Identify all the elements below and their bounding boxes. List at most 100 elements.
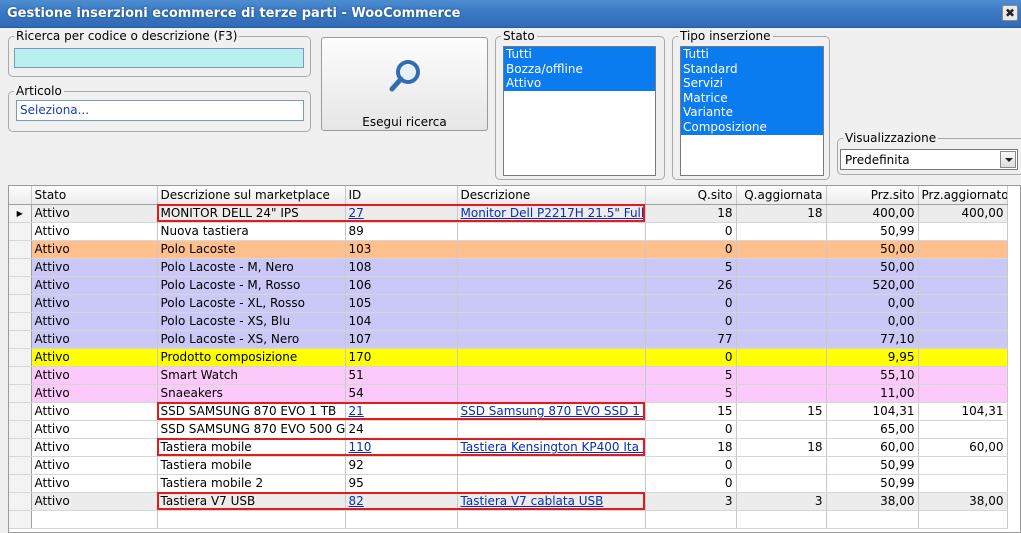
search-button[interactable]: Esegui ricerca	[321, 37, 488, 131]
col-header-q-sito[interactable]: Q.sito	[645, 186, 737, 205]
product-id-link[interactable]: 21	[349, 404, 364, 418]
cell-prz-sito: 77,10	[826, 330, 919, 349]
table-row[interactable]: Attivo Smart Watch 51 5 55,10	[9, 366, 1008, 385]
close-button[interactable]: ✖	[1002, 5, 1018, 21]
table-row[interactable]: Attivo Polo Lacoste - XL, Rosso 105 0 0,00	[9, 294, 1008, 313]
cell-stato: Attivo	[31, 438, 158, 457]
product-description-link[interactable]: Monitor Dell P2217H 21.5" Full ...	[461, 206, 645, 220]
product-id-link[interactable]: 82	[349, 494, 364, 508]
table-row[interactable]: Attivo Prodotto composizione 170 0 9,95	[9, 348, 1008, 367]
articolo-field[interactable]: Seleziona...	[16, 100, 304, 121]
tipo-listbox[interactable]: Tutti Standard Servizi Matrice Variante Compo…	[680, 46, 824, 176]
row-indicator[interactable]	[9, 456, 32, 475]
col-header-q-aggiornata[interactable]: Q.aggiornata	[736, 186, 827, 205]
cell-id: 27	[345, 204, 458, 223]
table-row[interactable]: ▶ Attivo MONITOR DELL 24" IPS 27 Monitor Del…	[9, 204, 1008, 223]
inserzioni-grid[interactable]: Stato Descrizione sul marketplace ID Des…	[8, 185, 1021, 533]
cell-id: 82	[345, 492, 458, 511]
table-row[interactable]: Attivo SSD SAMSUNG 870 EVO 500 GB 24 0 65,00	[9, 420, 1008, 439]
product-description-link[interactable]: SSD Samsung 870 EVO SSD 1 TB	[461, 404, 645, 418]
cell-prz-sito: 50,00	[826, 258, 919, 277]
row-indicator[interactable]	[9, 348, 32, 367]
current-row-indicator-icon[interactable]: ▶	[9, 204, 32, 223]
cell-stato: Attivo	[31, 258, 158, 277]
empty-cell	[9, 510, 32, 529]
tipo-option[interactable]: Matrice	[681, 90, 823, 106]
cell-q-sito: 0	[645, 456, 737, 475]
empty-cell	[826, 510, 919, 529]
cell-id: 103	[345, 240, 458, 259]
cell-q-aggiornata: 3	[736, 492, 827, 511]
row-indicator[interactable]	[9, 240, 32, 259]
table-row[interactable]: Attivo Polo Lacoste 103 0 50,00	[9, 240, 1008, 259]
table-row[interactable]: Attivo Tastiera mobile 2 95 0 50,99	[9, 474, 1008, 493]
col-header-descrizione[interactable]: Descrizione	[457, 186, 646, 205]
cell-prz-sito: 9,95	[826, 348, 919, 367]
cell-q-sito: 0	[645, 240, 737, 259]
row-indicator[interactable]	[9, 420, 32, 439]
stato-option[interactable]: Attivo	[504, 76, 655, 91]
row-indicator[interactable]	[9, 366, 32, 385]
table-row[interactable]: Attivo Tastiera mobile 92 0 50,99	[9, 456, 1008, 475]
row-indicator[interactable]	[9, 330, 32, 349]
product-description-link[interactable]: Tastiera V7 cablata USB	[461, 494, 604, 508]
cell-id: 108	[345, 258, 458, 277]
row-indicator[interactable]	[9, 474, 32, 493]
empty-cell	[457, 510, 646, 529]
col-header-prz-aggiornato[interactable]: Prz.aggiornato	[918, 186, 1008, 205]
table-row[interactable]: Attivo Polo Lacoste - XS, Nero 107 77 77,10	[9, 330, 1008, 349]
table-row[interactable]: Attivo SSD SAMSUNG 870 EVO 1 TB 21 SSD Sams…	[9, 402, 1008, 421]
product-description-link[interactable]: Tastiera Kensington KP400 Ita ...	[461, 440, 645, 454]
cell-q-aggiornata	[736, 366, 827, 385]
table-row[interactable]: Attivo Tastiera V7 USB 82 Tastiera V7 cabla…	[9, 492, 1008, 511]
stato-listbox[interactable]: Tutti Bozza/offline Attivo	[503, 46, 656, 176]
cell-prz-sito: 104,31	[826, 402, 919, 421]
cell-descrizione	[457, 240, 646, 259]
visualizzazione-select[interactable]: Predefinita	[840, 149, 1018, 170]
cell-id: 170	[345, 348, 458, 367]
row-indicator[interactable]	[9, 492, 32, 511]
cell-descrizione	[457, 384, 646, 403]
tipo-option[interactable]: Composizione	[681, 119, 823, 135]
chevron-down-icon[interactable]	[1000, 151, 1016, 168]
row-indicator[interactable]	[9, 258, 32, 277]
product-id-link[interactable]: 27	[349, 206, 364, 220]
tipo-option[interactable]: Servizi	[681, 76, 823, 91]
stato-option[interactable]: Tutti	[504, 47, 655, 62]
table-row[interactable]: Attivo Polo Lacoste - XS, Blu 104 0 0,00	[9, 312, 1008, 331]
col-header-descrizione-marketplace[interactable]: Descrizione sul marketplace	[157, 186, 346, 205]
table-row[interactable]: Attivo Tastiera mobile 110 Tastiera Kensing…	[9, 438, 1008, 457]
col-header-prz-sito[interactable]: Prz.sito	[826, 186, 919, 205]
row-indicator[interactable]	[9, 312, 32, 331]
col-header-stato[interactable]: Stato	[31, 186, 158, 205]
cell-prz-aggiornato	[918, 420, 1008, 439]
table-row[interactable]: Attivo Snaeakers 54 5 11,00	[9, 384, 1008, 403]
cell-q-aggiornata	[736, 348, 827, 367]
cell-q-aggiornata	[736, 384, 827, 403]
stato-option[interactable]: Bozza/offline	[504, 61, 655, 77]
row-indicator[interactable]	[9, 384, 32, 403]
row-indicator[interactable]	[9, 438, 32, 457]
search-input[interactable]	[14, 48, 304, 68]
table-row[interactable]: Attivo Nuova tastiera 89 0 50,99	[9, 222, 1008, 241]
table-row[interactable]: Attivo Polo Lacoste - M, Rosso 106 26 520,00	[9, 276, 1008, 295]
cell-descrizione-marketplace: Snaeakers	[157, 384, 346, 403]
cell-prz-sito: 65,00	[826, 420, 919, 439]
cell-prz-aggiornato: 38,00	[918, 492, 1008, 511]
cell-q-aggiornata	[736, 222, 827, 241]
product-id-link[interactable]: 110	[349, 440, 372, 454]
cell-descrizione-marketplace: Tastiera V7 USB	[157, 492, 346, 511]
tipo-option[interactable]: Tutti	[681, 47, 823, 62]
tipo-option[interactable]: Variante	[681, 105, 823, 120]
row-indicator[interactable]	[9, 402, 32, 421]
cell-prz-aggiornato: 60,00	[918, 438, 1008, 457]
cell-q-aggiornata	[736, 240, 827, 259]
col-header-id[interactable]: ID	[345, 186, 458, 205]
row-indicator[interactable]	[9, 294, 32, 313]
cell-q-aggiornata	[736, 420, 827, 439]
row-indicator[interactable]	[9, 222, 32, 241]
table-row[interactable]: Attivo Polo Lacoste - M, Nero 108 5 50,00	[9, 258, 1008, 277]
row-indicator[interactable]	[9, 276, 32, 295]
tipo-option[interactable]: Standard	[681, 61, 823, 77]
cell-prz-aggiornato	[918, 366, 1008, 385]
